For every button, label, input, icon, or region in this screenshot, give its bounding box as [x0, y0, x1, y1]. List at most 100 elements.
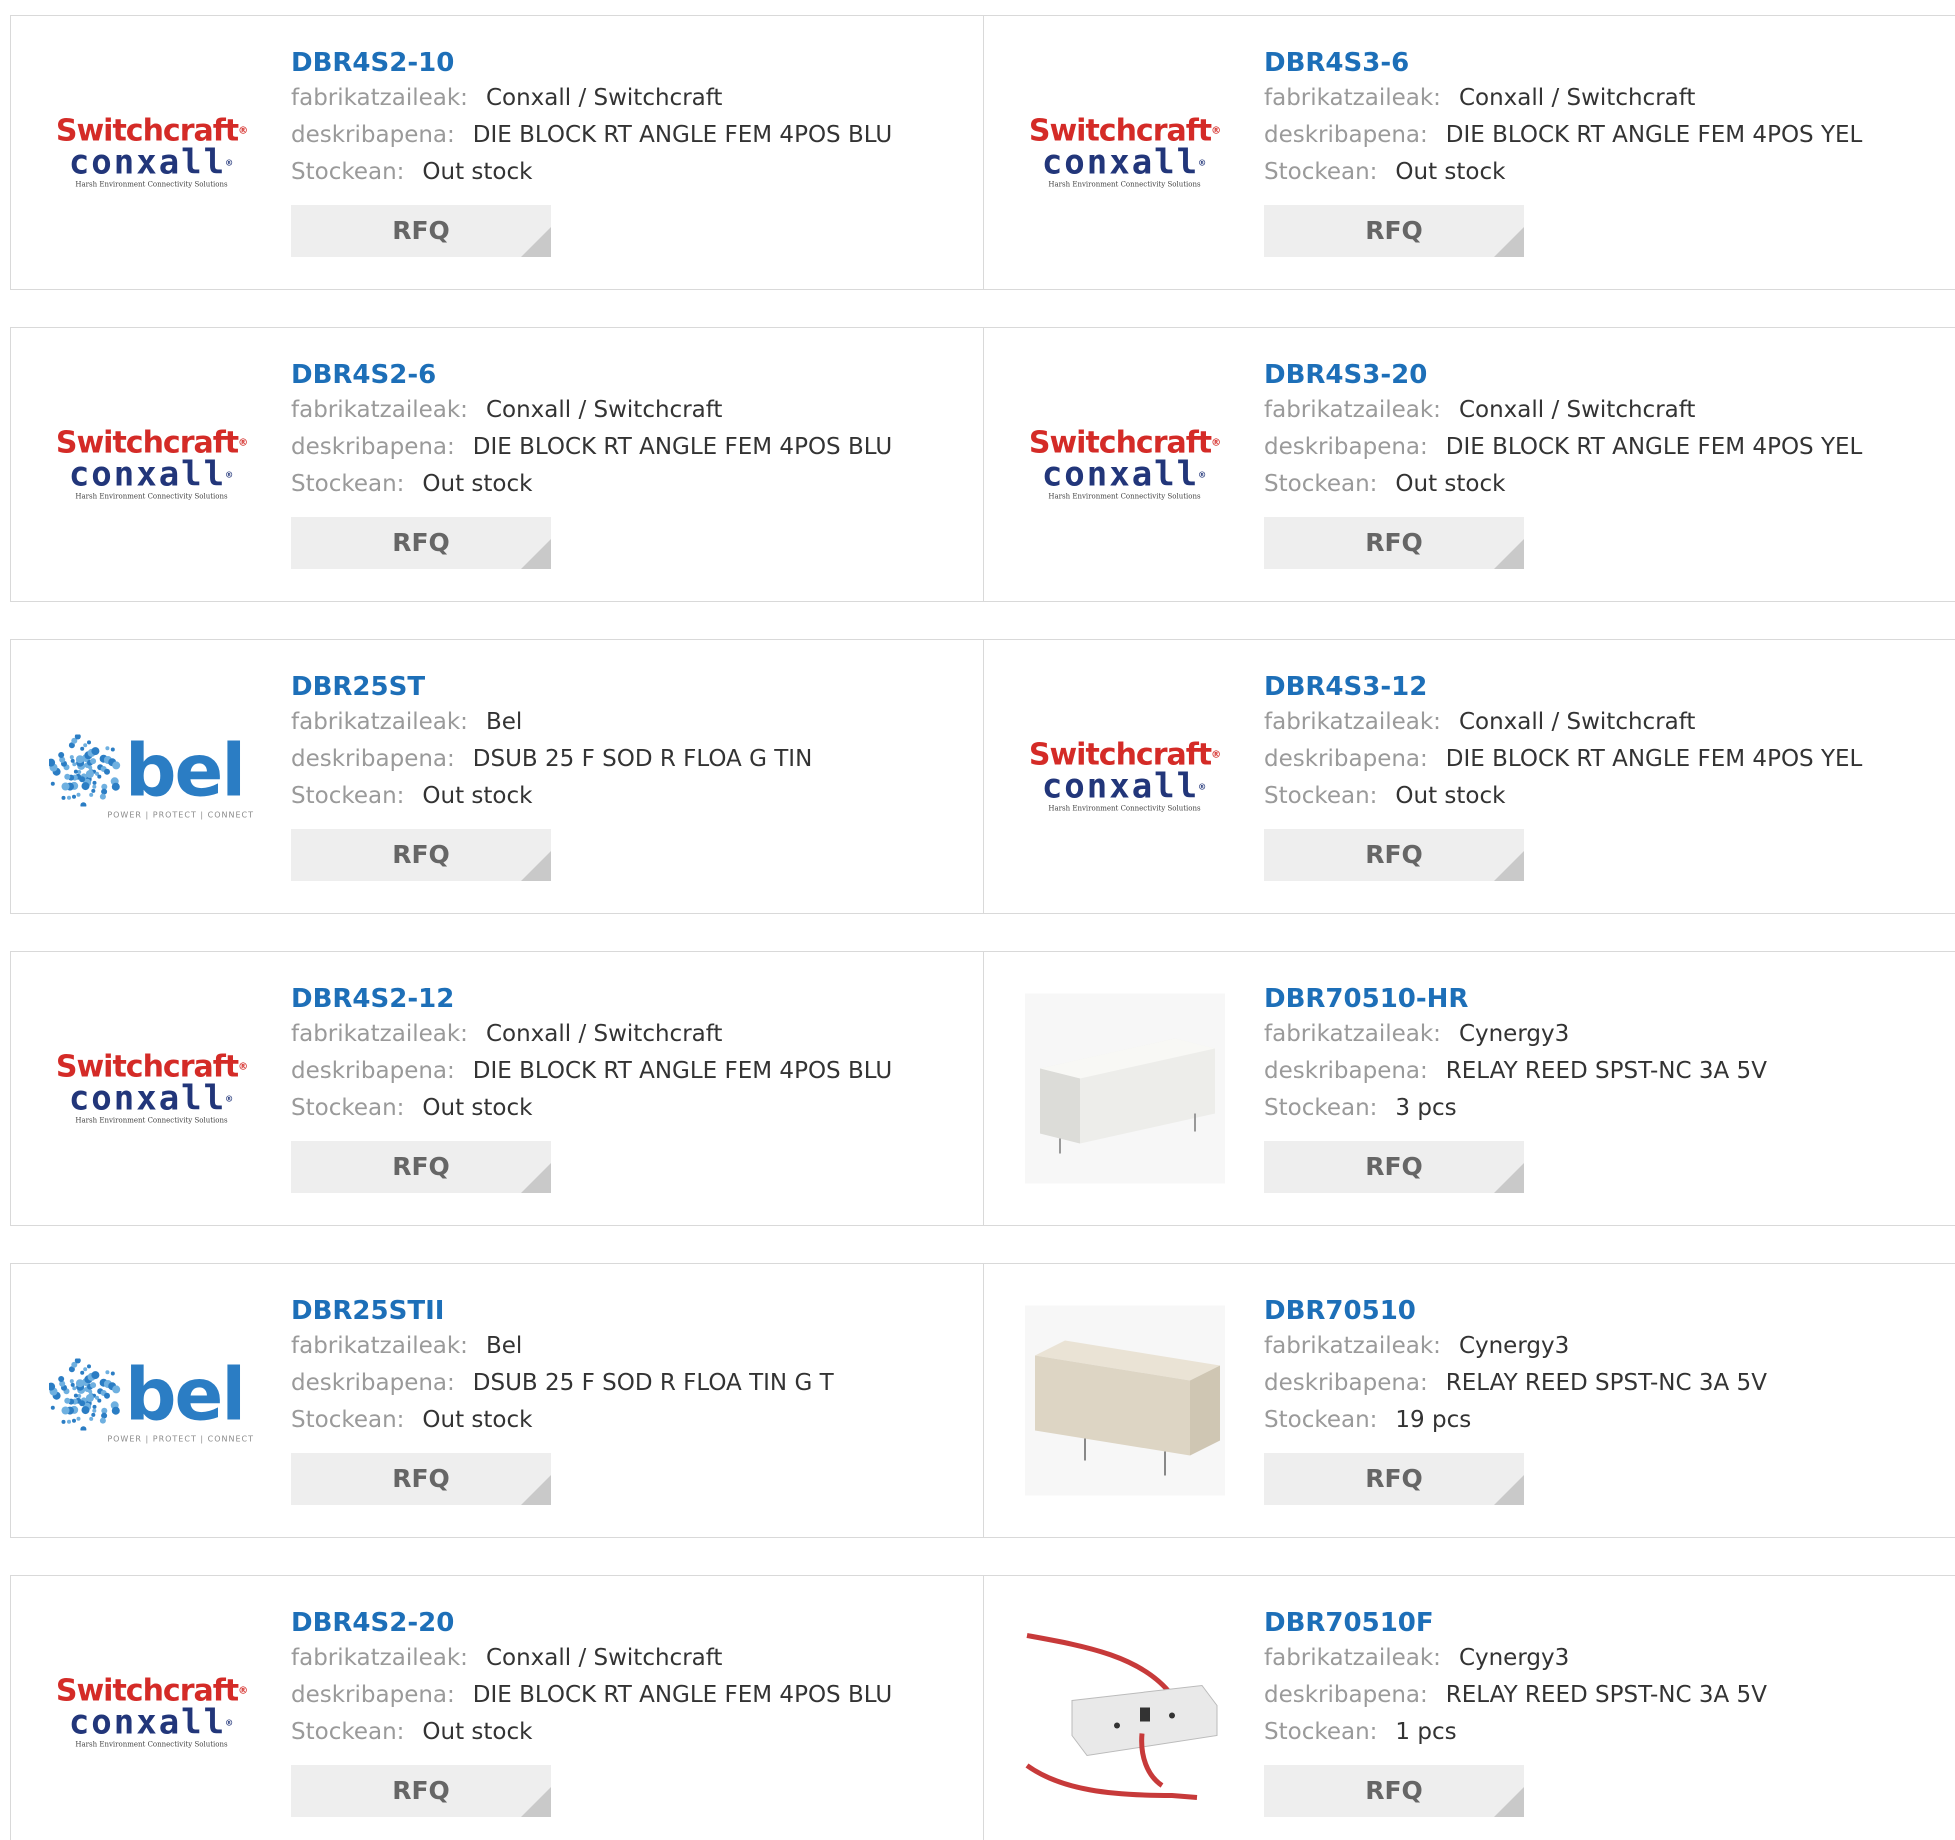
switchcraft-conxall-logo: Switchcraft® conxall® Harsh Environment Co…	[1025, 739, 1225, 814]
description-row: deskribapena: DIE BLOCK RT ANGLE FEM 4POS…	[1264, 117, 1862, 154]
product-info: DBR25ST fabrikatzaileak: Bel deskribapena…	[291, 670, 812, 881]
product-card: Switchcraft® conxall® Harsh Environment Co…	[11, 16, 983, 289]
stock-row: Stockean: Out stock	[291, 1402, 834, 1439]
manufacturer-row: fabrikatzaileak: Bel	[291, 704, 812, 741]
part-number-link[interactable]: DBR25STII	[291, 1294, 834, 1328]
reed-relay-wired-image	[1025, 1632, 1218, 1800]
conxall-wordmark: conxall®	[1041, 142, 1208, 183]
rfq-button[interactable]: RFQ	[1264, 517, 1524, 569]
logo-tagline: Harsh Environment Connectivity Solutions	[75, 492, 228, 501]
product-image[interactable]: Switchcraft® conxall® Harsh Environment Co…	[49, 1615, 254, 1810]
product-list: Switchcraft® conxall® Harsh Environment Co…	[0, 0, 1955, 1840]
manufacturer-label: fabrikatzaileak:	[1264, 709, 1441, 735]
description-value: RELAY REED SPST-NC 3A 5V	[1445, 1682, 1767, 1708]
product-image[interactable]: Switchcraft® conxall® Harsh Environment Co…	[49, 367, 254, 562]
product-card: Switchcraft® conxall® Harsh Environment Co…	[11, 328, 983, 601]
description-value: DIE BLOCK RT ANGLE FEM 4POS YEL	[1445, 122, 1863, 148]
part-number-link[interactable]: DBR70510	[1264, 1294, 1767, 1328]
manufacturer-label: fabrikatzaileak:	[1264, 1645, 1441, 1671]
part-number-link[interactable]: DBR4S2-10	[291, 46, 892, 80]
conxall-wordmark: conxall®	[68, 454, 235, 495]
product-image[interactable]	[1022, 991, 1227, 1186]
product-card: DBR70510-HR fabrikatzaileak: Cynergy3 des…	[983, 952, 1955, 1225]
manufacturer-row: fabrikatzaileak: Conxall / Switchcraft	[1264, 704, 1862, 741]
rfq-button[interactable]: RFQ	[291, 1765, 551, 1817]
rfq-button[interactable]: RFQ	[1264, 205, 1524, 257]
stock-label: Stockean:	[291, 471, 405, 497]
product-image[interactable]	[1022, 1615, 1227, 1810]
description-row: deskribapena: DIE BLOCK RT ANGLE FEM 4POS…	[291, 117, 892, 154]
corner-triangle-icon	[1494, 1163, 1524, 1193]
part-number-link[interactable]: DBR4S2-20	[291, 1606, 892, 1640]
description-label: deskribapena:	[1264, 1058, 1428, 1084]
logo-tagline: Harsh Environment Connectivity Solutions	[75, 180, 228, 189]
bel-globe-icon	[49, 1358, 121, 1430]
stock-value: Out stock	[422, 1095, 533, 1121]
stock-row: Stockean: Out stock	[291, 778, 812, 815]
description-value: DIE BLOCK RT ANGLE FEM 4POS YEL	[1445, 746, 1863, 772]
stock-label: Stockean:	[1264, 471, 1378, 497]
description-value: DSUB 25 F SOD R FLOA TIN G T	[472, 1370, 834, 1396]
product-info: DBR4S2-10 fabrikatzaileak: Conxall / Swit…	[291, 46, 892, 257]
product-card: bel POWER | PROTECT | CONNECT DBR25STII f…	[11, 1264, 983, 1537]
rfq-button[interactable]: RFQ	[1264, 1765, 1524, 1817]
manufacturer-label: fabrikatzaileak:	[291, 1333, 468, 1359]
manufacturer-row: fabrikatzaileak: Bel	[291, 1328, 834, 1365]
description-label: deskribapena:	[291, 1682, 455, 1708]
product-image[interactable]: bel POWER | PROTECT | CONNECT	[49, 679, 254, 874]
product-card: DBR70510 fabrikatzaileak: Cynergy3 deskri…	[983, 1264, 1955, 1537]
manufacturer-row: fabrikatzaileak: Conxall / Switchcraft	[291, 80, 892, 117]
part-number-link[interactable]: DBR4S2-12	[291, 982, 892, 1016]
product-info: DBR70510-HR fabrikatzaileak: Cynergy3 des…	[1264, 982, 1767, 1193]
bel-wordmark: bel	[125, 728, 246, 812]
bel-logo: bel POWER | PROTECT | CONNECT	[49, 734, 254, 819]
corner-triangle-icon	[521, 851, 551, 881]
part-number-link[interactable]: DBR4S2-6	[291, 358, 892, 392]
rfq-button[interactable]: RFQ	[291, 517, 551, 569]
product-info: DBR70510 fabrikatzaileak: Cynergy3 deskri…	[1264, 1294, 1767, 1505]
logo-tagline: POWER | PROTECT | CONNECT	[107, 1434, 254, 1443]
stock-value: Out stock	[422, 1407, 533, 1433]
part-number-link[interactable]: DBR4S3-6	[1264, 46, 1862, 80]
product-image[interactable]: Switchcraft® conxall® Harsh Environment Co…	[1022, 367, 1227, 562]
corner-triangle-icon	[521, 227, 551, 257]
manufacturer-label: fabrikatzaileak:	[1264, 397, 1441, 423]
rfq-button[interactable]: RFQ	[291, 829, 551, 881]
product-image[interactable]: Switchcraft® conxall® Harsh Environment Co…	[49, 55, 254, 250]
rfq-button[interactable]: RFQ	[1264, 829, 1524, 881]
part-number-link[interactable]: DBR70510F	[1264, 1606, 1767, 1640]
product-row: bel POWER | PROTECT | CONNECT DBR25ST fab…	[10, 639, 1955, 914]
logo-tagline: Harsh Environment Connectivity Solutions	[75, 1116, 228, 1125]
manufacturer-value: Cynergy3	[1458, 1021, 1570, 1047]
rfq-button[interactable]: RFQ	[291, 1141, 551, 1193]
manufacturer-value: Conxall / Switchcraft	[1458, 397, 1696, 423]
stock-row: Stockean: Out stock	[291, 466, 892, 503]
description-value: DIE BLOCK RT ANGLE FEM 4POS BLU	[472, 122, 893, 148]
stock-value: Out stock	[1395, 783, 1506, 809]
product-row: Switchcraft® conxall® Harsh Environment Co…	[10, 15, 1955, 290]
product-row: bel POWER | PROTECT | CONNECT DBR25STII f…	[10, 1263, 1955, 1538]
corner-triangle-icon	[1494, 851, 1524, 881]
product-image[interactable]: Switchcraft® conxall® Harsh Environment Co…	[1022, 55, 1227, 250]
stock-row: Stockean: Out stock	[291, 1714, 892, 1751]
product-image[interactable]: Switchcraft® conxall® Harsh Environment Co…	[49, 991, 254, 1186]
rfq-button[interactable]: RFQ	[1264, 1453, 1524, 1505]
description-label: deskribapena:	[291, 746, 455, 772]
rfq-button[interactable]: RFQ	[291, 1453, 551, 1505]
description-row: deskribapena: RELAY REED SPST-NC 3A 5V	[1264, 1365, 1767, 1402]
product-image[interactable]: Switchcraft® conxall® Harsh Environment Co…	[1022, 679, 1227, 874]
part-number-link[interactable]: DBR4S3-20	[1264, 358, 1862, 392]
rfq-button[interactable]: RFQ	[291, 205, 551, 257]
stock-label: Stockean:	[1264, 1719, 1378, 1745]
conxall-wordmark: conxall®	[68, 1702, 235, 1743]
product-card: bel POWER | PROTECT | CONNECT DBR25ST fab…	[11, 640, 983, 913]
bel-globe-icon	[49, 734, 121, 806]
conxall-wordmark: conxall®	[1041, 454, 1208, 495]
product-image[interactable]: bel POWER | PROTECT | CONNECT	[49, 1303, 254, 1498]
part-number-link[interactable]: DBR70510-HR	[1264, 982, 1767, 1016]
part-number-link[interactable]: DBR25ST	[291, 670, 812, 704]
rfq-button[interactable]: RFQ	[1264, 1141, 1524, 1193]
part-number-link[interactable]: DBR4S3-12	[1264, 670, 1862, 704]
product-image[interactable]	[1022, 1303, 1227, 1498]
description-label: deskribapena:	[1264, 122, 1428, 148]
